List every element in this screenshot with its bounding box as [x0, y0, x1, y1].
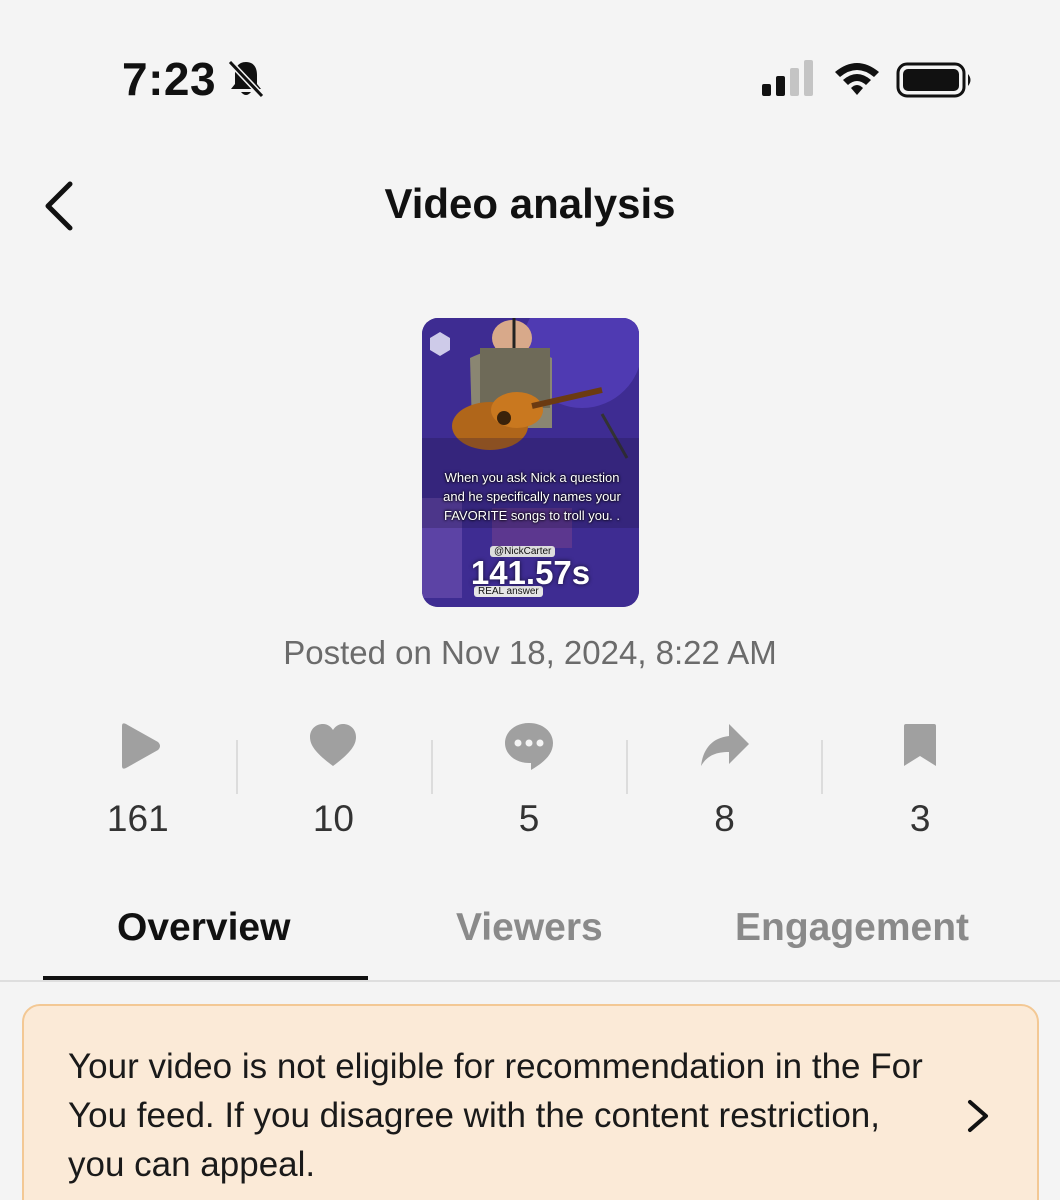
bookmark-icon — [904, 724, 937, 766]
stat-comments[interactable]: 5 — [431, 716, 627, 846]
stat-saves[interactable]: 3 — [822, 716, 1018, 846]
stat-views[interactable]: 161 — [40, 716, 236, 846]
status-time: 7:23 — [122, 53, 217, 105]
video-caption: When you ask Nick a question and he spec… — [443, 470, 621, 523]
restriction-notice[interactable]: Your video is not eligible for recommend… — [22, 1004, 1039, 1200]
stat-divider — [236, 740, 238, 794]
stat-divider — [626, 740, 628, 794]
stat-divider — [431, 740, 433, 794]
play-icon — [121, 723, 160, 769]
comment-icon — [504, 723, 553, 770]
page-title: Video analysis — [384, 180, 676, 227]
tab-overview[interactable]: Overview — [117, 906, 290, 950]
stat-views-value: 161 — [106, 798, 169, 839]
battery-icon — [896, 62, 971, 98]
posted-date: Posted on Nov 18, 2024, 8:22 AM — [283, 634, 777, 671]
signal-icon — [762, 60, 813, 96]
stat-shares-value: 8 — [714, 798, 735, 839]
wifi-icon — [835, 63, 879, 95]
tab-viewers[interactable]: Viewers — [456, 906, 603, 950]
restriction-notice-text: Your video is not eligible for recommend… — [68, 1047, 923, 1184]
share-icon — [700, 724, 749, 766]
tabs-divider — [0, 980, 1060, 982]
stat-comments-value: 5 — [518, 798, 540, 839]
bell-slash-icon — [227, 59, 265, 99]
stats-row: 161 10 5 8 3 — [40, 716, 1018, 846]
video-duration: 141.57s — [470, 554, 591, 591]
tab-bar: Overview Viewers Engagement — [0, 890, 1060, 984]
stat-likes-value: 10 — [312, 798, 354, 839]
chevron-right-icon — [968, 1100, 988, 1132]
stat-saves-value: 3 — [909, 798, 931, 839]
status-bar: 7:23 — [0, 0, 1060, 150]
stat-shares[interactable]: 8 — [627, 716, 823, 846]
stat-likes[interactable]: 10 — [236, 716, 432, 846]
tab-engagement[interactable]: Engagement — [735, 906, 969, 950]
stat-divider — [821, 740, 823, 794]
video-thumbnail[interactable]: When you ask Nick a question and he spec… — [422, 318, 639, 607]
heart-icon — [310, 724, 357, 766]
